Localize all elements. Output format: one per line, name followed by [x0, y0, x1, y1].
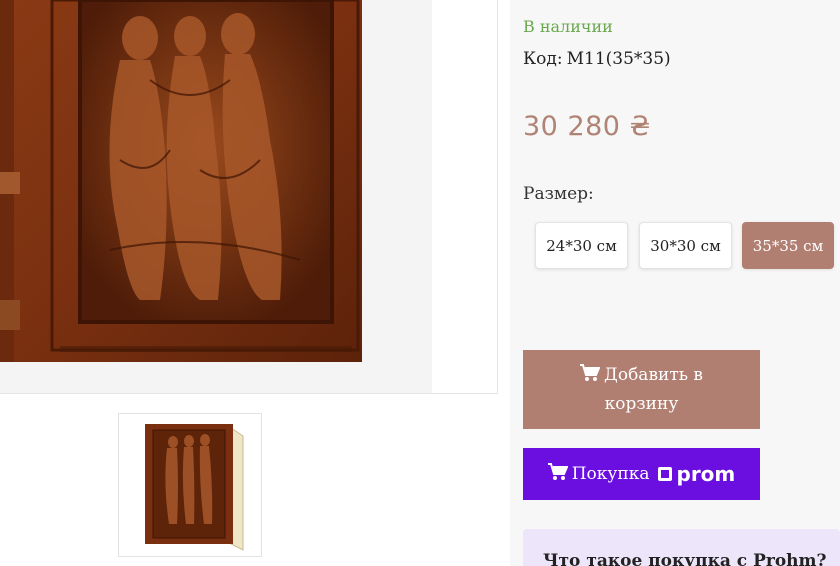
prom-info-box[interactable]: Что такое покупка с Prohm?	[523, 529, 840, 566]
size-option-24x30[interactable]: 24*30 см	[535, 222, 628, 269]
add-to-cart-button[interactable]: Добавить в корзину	[523, 350, 760, 429]
prom-logo-icon: prom	[657, 462, 736, 486]
shopping-cart-icon	[580, 363, 601, 391]
product-main-image[interactable]	[0, 0, 498, 394]
thumbnail-photo	[119, 414, 261, 556]
size-option-30x30[interactable]: 30*30 см	[639, 222, 732, 269]
product-price: 30 280 ₴	[523, 111, 651, 142]
prom-buy-label: Покупка	[571, 464, 650, 484]
prom-buy-button[interactable]: Покупка prom	[523, 448, 760, 500]
size-label: Размер:	[523, 184, 594, 204]
add-to-cart-label-line1: Добавить в	[604, 364, 703, 385]
album-cover-photo	[0, 0, 432, 393]
stock-status: В наличии	[523, 17, 613, 36]
product-code: Код: M11(35*35)	[523, 49, 671, 69]
product-thumbnail[interactable]	[118, 413, 262, 557]
size-option-35x35[interactable]: 35*35 см	[742, 222, 834, 269]
shopping-cart-icon	[547, 462, 569, 486]
product-code-label: Код:	[523, 49, 563, 69]
prom-info-question: Что такое покупка с Prohm?	[543, 551, 827, 566]
prom-brand-text: prom	[676, 462, 736, 486]
product-code-value: M11(35*35)	[566, 49, 671, 69]
add-to-cart-label-line2: корзину	[604, 393, 679, 414]
